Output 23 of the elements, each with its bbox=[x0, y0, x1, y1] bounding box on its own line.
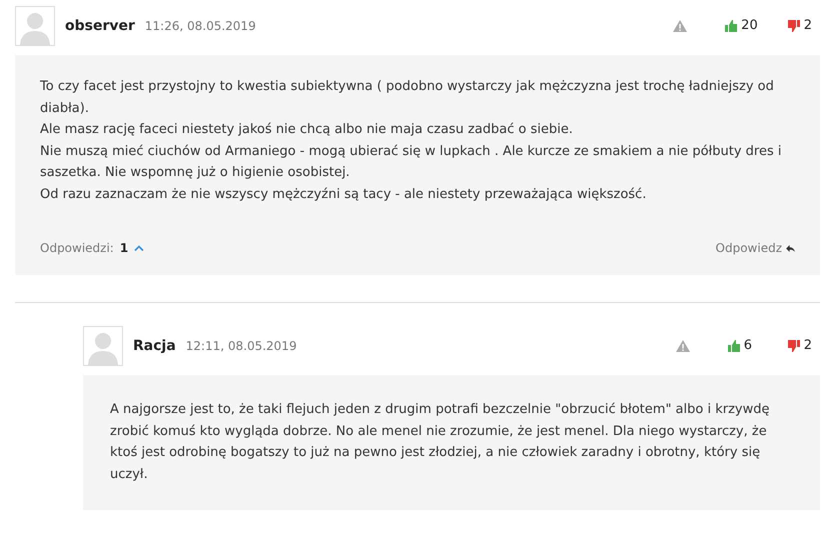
comment-time: 12:11, 08.05.2019 bbox=[186, 338, 297, 352]
reply-arrow-icon[interactable] bbox=[786, 244, 795, 252]
replies-label: Odpowiedzi: bbox=[40, 241, 114, 255]
thumbs-up-icon[interactable] bbox=[728, 340, 740, 352]
downvote-count: 2 bbox=[804, 338, 812, 353]
upvote-count: 6 bbox=[744, 338, 752, 353]
avatar-icon bbox=[15, 6, 55, 46]
author-name[interactable]: Racja bbox=[133, 338, 176, 354]
comment-time: 11:26, 08.05.2019 bbox=[144, 18, 256, 32]
thumbs-up-icon[interactable] bbox=[725, 20, 738, 32]
warning-icon[interactable] bbox=[676, 340, 690, 352]
comment-text: To czy facet jest przystojny to kwestia subiektywna ( podobno wystarczy jak mężczyzna jest trochę ładniejszy od diabła). Ale masz rację faceci niestety jakoś nie chcą albo nie maja czasu zadbać o siebie. Nie muszą mieć ciuchów od Armaniego - mogą ubierać się w lupkach . Ale kurcze ze smakiem a nie półbuty dres i saszetka. Nie wspomnę już o higienie osobistej. Od razu zaznaczam że nie wszyscy mężczyźni są tacy - ale niestety przeważająca większość. bbox=[40, 78, 782, 204]
author-name[interactable]: observer bbox=[65, 18, 135, 34]
downvote-count: 2 bbox=[804, 18, 812, 33]
caret-icon[interactable] bbox=[134, 244, 144, 252]
reply-link[interactable]: Odpowiedz bbox=[716, 241, 782, 255]
upvote-count: 20 bbox=[741, 18, 758, 33]
warning-icon[interactable] bbox=[673, 20, 688, 32]
comment-text: A najgorsze jest to, że taki flejuch jeden z drugim potrafi bezczelnie "obrzucić błotem" albo i krzywdę zrobić komuś kto wygląda dobrze. No ale menel nie zrozumie, że jest menel. Dla niego wystarczy, że ktoś jest odrobinę bogatszy to już na pewno jest złodziej, a nie człowiek zaradny i obrotny, który się uczył. bbox=[110, 401, 770, 484]
thumbs-down-icon[interactable] bbox=[788, 340, 800, 352]
avatar-icon bbox=[83, 326, 123, 366]
thumbs-down-icon[interactable] bbox=[788, 20, 800, 32]
replies-count[interactable]: 1 bbox=[120, 241, 128, 255]
